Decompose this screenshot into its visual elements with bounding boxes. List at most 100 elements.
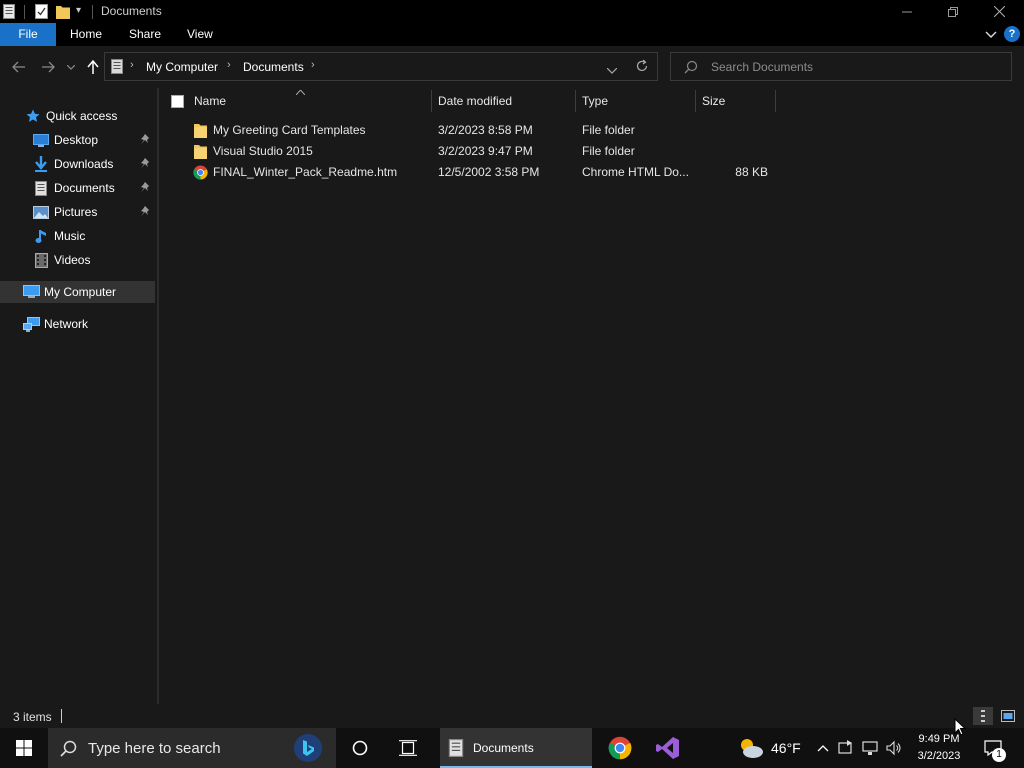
column-header-date-modified[interactable]: Date modified [438, 88, 576, 114]
recent-locations-button[interactable] [62, 56, 80, 78]
cortana-icon [352, 740, 368, 756]
file-type: File folder [582, 144, 635, 158]
taskbar-app-label: Documents [473, 741, 534, 755]
column-header-name[interactable]: Name [194, 88, 430, 114]
column-resizer[interactable] [575, 90, 576, 112]
column-header-size[interactable]: Size [702, 88, 774, 114]
pictures-icon [32, 203, 50, 221]
windows-icon [16, 740, 32, 756]
taskbar-search-input[interactable]: Type here to search [88, 740, 221, 757]
desktop-icon [32, 131, 50, 149]
folder-icon [194, 144, 208, 159]
column-header-type[interactable]: Type [582, 88, 694, 114]
file-type: Chrome HTML Do... [582, 165, 689, 179]
volume-icon[interactable] [884, 728, 904, 768]
nav-item-downloads[interactable]: Downloads [32, 153, 155, 175]
taskbar-app-chrome[interactable] [600, 728, 640, 768]
navigation-bar: › My Computer › Documents › Search Docum… [0, 46, 1024, 88]
tab-file[interactable]: File [0, 23, 56, 46]
item-count: 3 items [13, 710, 52, 724]
nav-item-music[interactable]: Music [32, 225, 155, 247]
breadcrumb-chevron-icon[interactable]: › [311, 59, 315, 71]
close-button[interactable] [976, 0, 1022, 23]
taskbar-app-explorer[interactable]: Documents [440, 728, 592, 768]
documents-icon [32, 179, 50, 197]
cortana-button[interactable] [340, 728, 380, 768]
search-box[interactable]: Search Documents [670, 52, 1012, 81]
nav-item-label: Music [54, 229, 86, 243]
tab-home[interactable]: Home [58, 23, 114, 46]
pin-icon[interactable] [139, 205, 151, 219]
nav-quick-access[interactable]: Quick access [24, 105, 155, 127]
taskbar-search-box[interactable]: Type here to search [48, 728, 336, 768]
documents-icon [448, 739, 464, 757]
file-row[interactable]: FINAL_Winter_Pack_Readme.htm 12/5/2002 3… [189, 162, 809, 183]
ribbon: File Home Share View ? [0, 23, 1024, 46]
taskbar-app-visual-studio[interactable] [648, 728, 688, 768]
weather-icon[interactable] [736, 728, 766, 768]
nav-item-label: Documents [54, 181, 115, 195]
breadcrumb-chevron-icon[interactable]: › [227, 59, 231, 71]
new-folder-icon[interactable] [56, 4, 70, 22]
nav-item-documents[interactable]: Documents [32, 177, 155, 199]
address-history-chevron-icon[interactable] [606, 63, 618, 77]
nav-item-pictures[interactable]: Pictures [32, 201, 155, 223]
file-name: Visual Studio 2015 [213, 144, 313, 158]
clock-date[interactable]: 3/2/2023 [914, 750, 964, 762]
network-status-icon[interactable] [860, 728, 880, 768]
file-row[interactable]: Visual Studio 2015 3/2/2023 9:47 PM File… [189, 141, 809, 162]
select-all-checkbox[interactable] [171, 95, 184, 108]
bing-icon[interactable] [294, 734, 322, 762]
computer-icon [22, 283, 40, 301]
nav-network[interactable]: Network [22, 313, 155, 335]
column-resizer[interactable] [775, 90, 776, 112]
column-resizer[interactable] [695, 90, 696, 112]
file-size: 88 KB [735, 165, 768, 179]
search-icon [684, 60, 698, 77]
pin-icon[interactable] [139, 133, 151, 147]
breadcrumb-my-computer[interactable]: My Computer [146, 60, 218, 74]
back-button[interactable] [8, 56, 30, 78]
nav-my-computer-label: My Computer [44, 285, 117, 299]
show-hidden-icons-chevron-icon[interactable] [814, 728, 832, 768]
file-row[interactable]: My Greeting Card Templates 3/2/2023 8:58… [189, 120, 809, 141]
security-icon[interactable] [836, 728, 856, 768]
network-icon [22, 315, 40, 333]
properties-icon[interactable] [35, 4, 48, 22]
nav-item-videos[interactable]: Videos [32, 249, 155, 271]
chevron-down-icon [67, 64, 75, 70]
weather-temperature[interactable]: 46°F [771, 740, 801, 756]
file-size [702, 141, 768, 162]
refresh-icon[interactable] [635, 59, 651, 75]
nav-my-computer[interactable]: My Computer [0, 281, 155, 303]
tab-view[interactable]: View [175, 23, 225, 46]
expand-ribbon-chevron-icon[interactable] [984, 27, 998, 41]
breadcrumb-chevron-icon[interactable]: › [130, 59, 134, 71]
task-view-button[interactable] [388, 728, 428, 768]
restore-button[interactable] [930, 0, 976, 23]
status-separator [61, 709, 62, 723]
file-type: File folder [582, 123, 635, 137]
start-button[interactable] [0, 728, 48, 768]
tab-share[interactable]: Share [117, 23, 173, 46]
window-title: Documents [101, 4, 162, 18]
column-resizer[interactable] [431, 90, 432, 112]
chrome-icon [193, 165, 208, 180]
address-bar[interactable]: › My Computer › Documents › [104, 52, 658, 81]
restore-icon [948, 6, 958, 17]
search-input[interactable]: Search Documents [711, 60, 813, 74]
nav-item-label: Videos [54, 253, 91, 267]
up-button[interactable] [82, 56, 104, 78]
navigation-pane: Quick access Desktop Downloads Documents… [0, 88, 157, 704]
large-icons-view-button[interactable] [998, 707, 1018, 725]
pin-icon[interactable] [139, 181, 151, 195]
breadcrumb-documents[interactable]: Documents [243, 60, 304, 74]
music-icon [32, 227, 50, 245]
nav-item-desktop[interactable]: Desktop [32, 129, 155, 151]
minimize-button[interactable] [884, 0, 930, 23]
forward-button[interactable] [37, 56, 59, 78]
help-icon[interactable]: ? [1004, 26, 1020, 42]
customize-toolbar-chevron-icon[interactable]: ▾ [76, 5, 81, 16]
pin-icon[interactable] [139, 157, 151, 171]
details-view-button[interactable] [973, 707, 993, 725]
